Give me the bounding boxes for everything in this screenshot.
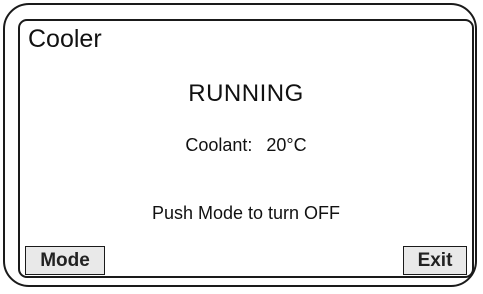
coolant-readout: Coolant: 20°C bbox=[20, 133, 472, 157]
instruction-text: Push Mode to turn OFF bbox=[151, 203, 341, 223]
screen-title: Cooler bbox=[28, 25, 102, 53]
coolant-label: Coolant: bbox=[185, 135, 253, 155]
display-screen: Cooler RUNNING Coolant: 20°C Push Mode to… bbox=[18, 19, 474, 278]
coolant-value: 20°C bbox=[266, 135, 307, 155]
exit-button[interactable]: Exit bbox=[403, 246, 467, 275]
status-text: RUNNING bbox=[188, 80, 304, 107]
mode-button[interactable]: Mode bbox=[25, 246, 105, 275]
